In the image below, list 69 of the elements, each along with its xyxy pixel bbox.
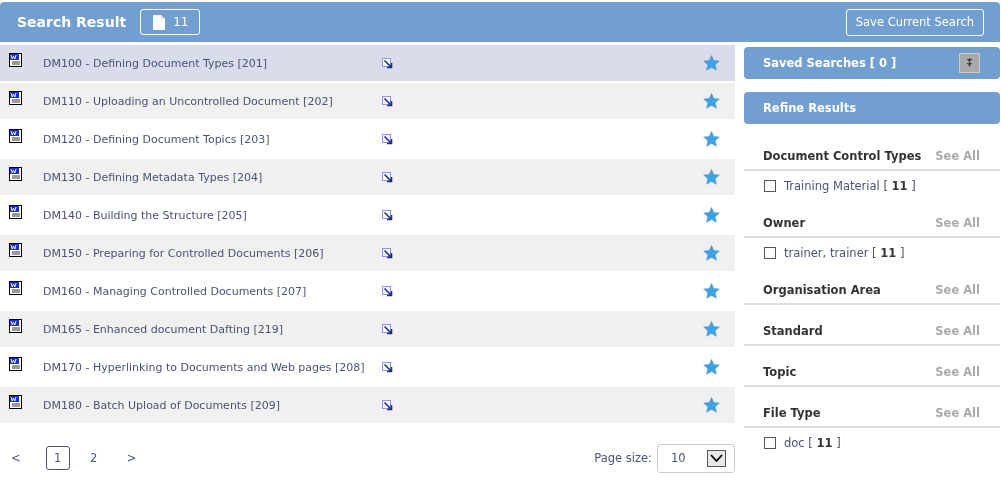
star-icon[interactable]	[703, 131, 720, 147]
star-icon[interactable]	[703, 207, 720, 223]
star-icon[interactable]	[703, 169, 720, 185]
page-link[interactable]: 1	[45, 446, 70, 470]
document-link[interactable]: DM165 - Enhanced document Dafting [219]	[43, 322, 376, 336]
open-link-icon[interactable]	[382, 323, 393, 335]
facet-title: File Type	[763, 405, 821, 420]
document-link[interactable]: DM170 - Hyperlinking to Documents and Web pages [208]	[43, 360, 376, 374]
facet-title: Standard	[763, 323, 823, 338]
star-icon[interactable]	[703, 245, 720, 261]
word-document-icon	[9, 319, 23, 333]
document-link[interactable]: DM180 - Batch Upload of Documents [209]	[43, 398, 376, 412]
document-link[interactable]: DM110 - Uploading an Uncontrolled Document [202]	[43, 94, 376, 108]
star-icon[interactable]	[703, 55, 720, 71]
page-size-label: Page size:	[594, 451, 652, 465]
open-link-icon[interactable]	[382, 361, 393, 373]
page-title: Search Result	[17, 14, 127, 30]
checkbox[interactable]	[764, 247, 776, 259]
filter-option-label[interactable]: Training Material [ 11 ]	[784, 179, 916, 193]
result-row[interactable]: DM165 - Enhanced document Dafting [219]	[0, 311, 735, 347]
star-icon[interactable]	[703, 397, 720, 413]
document-link[interactable]: DM130 - Defining Metadata Types [204]	[43, 170, 376, 184]
document-link[interactable]: DM100 - Defining Document Types [201]	[43, 56, 376, 70]
word-document-icon	[9, 281, 23, 295]
result-row[interactable]: DM180 - Batch Upload of Documents [209]	[0, 387, 735, 423]
star-icon[interactable]	[703, 93, 720, 109]
filter-option-label[interactable]: trainer, trainer [ 11 ]	[784, 246, 905, 260]
document-link[interactable]: DM160 - Managing Controlled Documents [207]	[43, 284, 376, 298]
facet-title: Owner	[763, 215, 806, 230]
word-document-icon	[9, 91, 23, 105]
word-document-icon	[9, 53, 23, 67]
open-link-icon[interactable]	[382, 57, 393, 69]
page-size-dropdown[interactable]: 10	[657, 443, 735, 473]
refine-results-bar: Refine Results	[744, 92, 1000, 124]
open-link-icon[interactable]	[382, 95, 393, 107]
document-link[interactable]: DM120 - Defining Document Topics [203]	[43, 132, 376, 146]
star-icon[interactable]	[703, 283, 720, 299]
open-link-icon[interactable]	[382, 171, 393, 183]
open-link-icon[interactable]	[382, 209, 393, 221]
result-row[interactable]: DM110 - Uploading an Uncontrolled Document [202]	[0, 83, 735, 119]
document-icon	[153, 14, 166, 30]
facet-title: Topic	[763, 364, 797, 379]
previous-page-link[interactable]: <	[6, 451, 26, 465]
result-count-badge: 11	[140, 9, 201, 35]
open-link-icon[interactable]	[382, 285, 393, 297]
word-document-icon	[9, 357, 23, 371]
document-link[interactable]: DM140 - Building the Structure [205]	[43, 208, 376, 222]
open-link-icon[interactable]	[382, 247, 393, 259]
facet-title: Document Control Types	[763, 148, 922, 163]
word-document-icon	[9, 205, 23, 219]
result-row[interactable]: DM100 - Defining Document Types [201]	[0, 45, 735, 81]
page-link[interactable]: 2	[81, 446, 106, 470]
document-link[interactable]: DM150 - Preparing for Controlled Documents [206]	[43, 246, 376, 260]
word-document-icon	[9, 395, 23, 409]
checkbox[interactable]	[764, 437, 776, 449]
open-link-icon[interactable]	[382, 399, 393, 411]
checkbox[interactable]	[764, 180, 776, 192]
word-document-icon	[9, 129, 23, 143]
result-row[interactable]: DM130 - Defining Metadata Types [204]	[0, 159, 735, 195]
next-page-link[interactable]: >	[121, 451, 142, 465]
expand-icon[interactable]	[959, 53, 980, 73]
word-document-icon	[9, 243, 23, 257]
star-icon[interactable]	[703, 321, 720, 337]
filter-option-label[interactable]: doc [ 11 ]	[784, 436, 841, 450]
word-document-icon	[9, 167, 23, 181]
result-row[interactable]: DM150 - Preparing for Controlled Documents [206]	[0, 235, 735, 271]
open-link-icon[interactable]	[382, 133, 393, 145]
star-icon[interactable]	[703, 359, 720, 375]
facet-title: Organisation Area	[763, 282, 881, 297]
